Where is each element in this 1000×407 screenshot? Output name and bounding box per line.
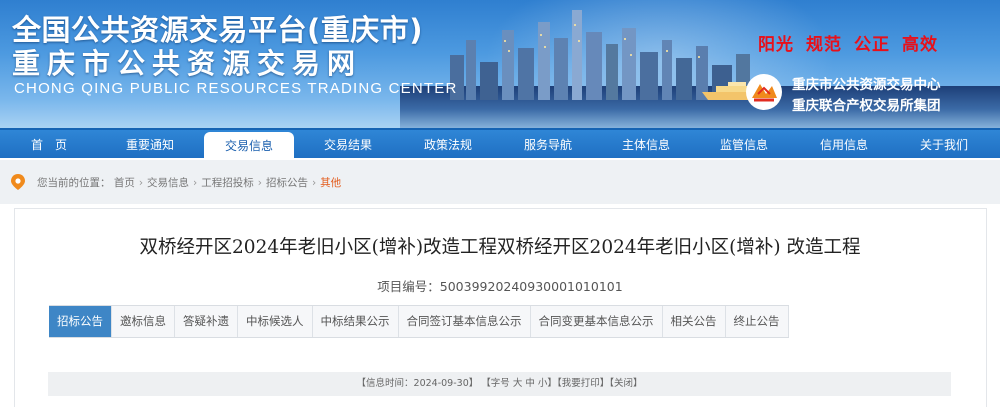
font-size-large-link[interactable]: 大 xyxy=(513,378,523,389)
font-size-medium-link[interactable]: 中 xyxy=(525,378,535,389)
tab-qa-addendum[interactable]: 答疑补遗 xyxy=(175,306,238,337)
nav-item-trade-results[interactable]: 交易结果 xyxy=(298,130,398,160)
nav-item-about[interactable]: 关于我们 xyxy=(894,130,994,160)
slogan-standard: 规范 xyxy=(806,35,842,55)
project-number: 项目编号：500399202409300010101​01 xyxy=(377,279,623,294)
nav-item-home[interactable]: 首 页 xyxy=(0,130,98,160)
tab-contract-signing[interactable]: 合同签订基本信息公示 xyxy=(398,306,531,337)
nav-item-notices[interactable]: 重要通知 xyxy=(100,130,200,160)
site-subtitle: 重庆市公共资源交易网 xyxy=(12,47,363,80)
nav-item-supervision[interactable]: 监管信息 xyxy=(694,130,794,160)
breadcrumb-engineering[interactable]: 工程招投标 xyxy=(201,177,254,189)
breadcrumb-current: 其他 xyxy=(320,177,342,189)
print-link[interactable]: 【我要打印】 xyxy=(557,378,609,389)
tab-contract-change[interactable]: 合同变更基本信息公示 xyxy=(530,306,663,337)
nav-item-entity-info[interactable]: 主体信息 xyxy=(598,130,694,160)
slogan-row: 阳光 规范 公正 高效 xyxy=(758,30,950,55)
org-name-line1: 重庆市公共资源交易中心 xyxy=(792,77,941,93)
article-info-bar: 【信息时间：2024-09-30】 【字号 大 中 小】【我要打印】【关闭】 xyxy=(48,372,951,396)
breadcrumb-tender-notice[interactable]: 招标公告 xyxy=(266,177,308,189)
announcement-tabs: 招标公告 邀标信息 答疑补遗 中标候选人 中标结果公示 合同签订基本信息公示 合… xyxy=(49,305,789,338)
breadcrumb-bar: 您当前的位置： 首页 › 交易信息 › 工程招投标 › 招标公告 › 其他 xyxy=(0,160,1000,204)
org-name-line2: 重庆联合产权交易所集团 xyxy=(792,98,941,114)
font-size-label: 【字号 xyxy=(481,378,510,389)
breadcrumb-separator: › xyxy=(138,177,144,189)
breadcrumb: 您当前的位置： 首页 › 交易信息 › 工程招投标 › 招标公告 › 其他 xyxy=(37,175,341,190)
nav-item-trade-info[interactable]: 交易信息 xyxy=(204,132,294,162)
header-banner: 全国公共资源交易平台(重庆市) 重庆市公共资源交易网 CHONG QING PU… xyxy=(0,0,1000,128)
tab-winning-candidates[interactable]: 中标候选人 xyxy=(238,306,313,337)
location-pin-icon xyxy=(11,174,25,190)
breadcrumb-trade-info[interactable]: 交易信息 xyxy=(147,177,189,189)
breadcrumb-separator: › xyxy=(257,177,262,189)
slogan-sunshine: 阳光 xyxy=(758,35,794,55)
tab-related-notices[interactable]: 相关公告 xyxy=(662,306,726,337)
page-title: 双桥经开区2024年老旧小区(增补)改造工程双桥经开区2024年老旧小区(增补)… xyxy=(139,237,861,258)
breadcrumb-prefix: 您当前的位置： xyxy=(37,177,111,189)
close-link[interactable]: 【关闭】 xyxy=(609,378,642,389)
main-nav: 首 页 重要通知 交易信息 交易结果 政策法规 服务导航 主体信息 监管信息 信… xyxy=(0,128,1000,162)
slogan-efficient: 高效 xyxy=(902,35,938,55)
breadcrumb-separator: › xyxy=(311,177,317,189)
breadcrumb-separator: › xyxy=(193,177,198,189)
nav-item-policies[interactable]: 政策法规 xyxy=(398,130,498,160)
site-title-english: CHONG QING PUBLIC RESOURCES TRADING CENT… xyxy=(14,80,458,97)
breadcrumb-home[interactable]: 首页 xyxy=(114,177,135,189)
org-logo-icon xyxy=(746,74,782,110)
tab-termination-notice[interactable]: 终止公告 xyxy=(725,306,789,337)
font-size-small-link[interactable]: 小】 xyxy=(538,378,557,389)
tab-invitation-info[interactable]: 邀标信息 xyxy=(112,306,175,337)
tab-tender-notice[interactable]: 招标公告 xyxy=(49,306,112,337)
nav-item-service-guide[interactable]: 服务导航 xyxy=(498,130,598,160)
publish-date: 【信息时间：2024-09-30】 xyxy=(356,378,479,389)
tab-winning-result[interactable]: 中标结果公示 xyxy=(312,306,399,337)
slogan-fair: 公正 xyxy=(854,35,890,55)
nav-item-credit[interactable]: 信用信息 xyxy=(794,130,894,160)
